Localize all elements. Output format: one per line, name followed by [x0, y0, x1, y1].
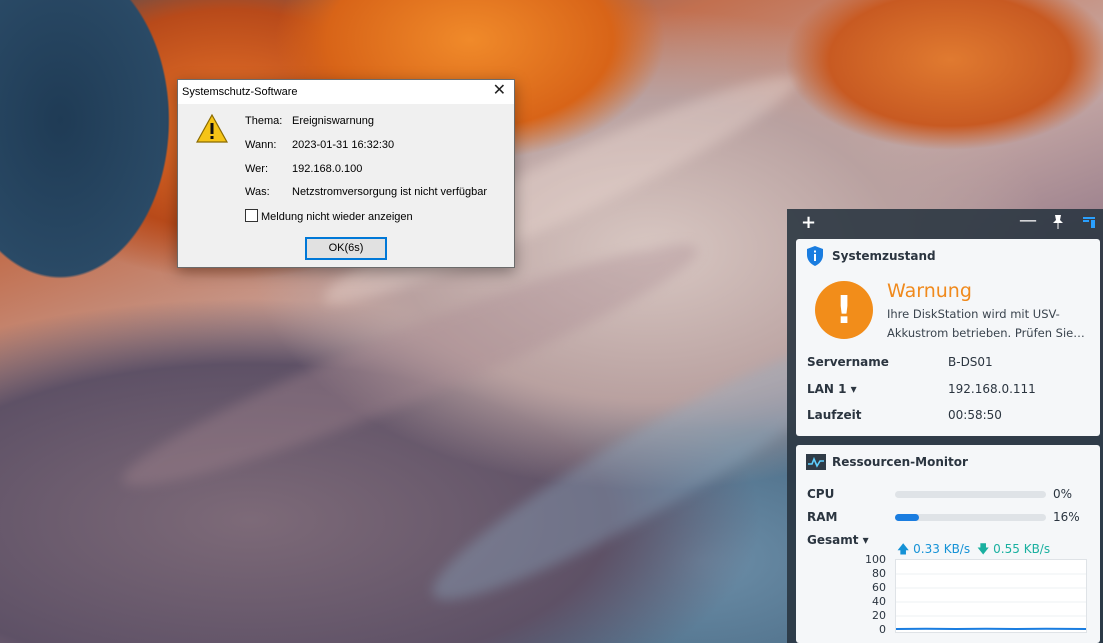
card-title: Ressourcen-Monitor — [832, 455, 968, 469]
row-value: Ereigniswarnung — [292, 115, 374, 127]
cpu-percent: 0% — [1053, 487, 1073, 501]
dialog-title: Systemschutz-Software — [182, 86, 298, 98]
minimize-icon[interactable]: — — [1019, 210, 1037, 231]
dont-show-again-checkbox[interactable]: Meldung nicht wieder anzeigen — [245, 209, 413, 223]
warning-icon — [196, 114, 228, 143]
y-tick: 100 — [865, 553, 886, 566]
card-title: Systemzustand — [832, 249, 936, 263]
row-value: 2023-01-31 16:32:30 — [292, 139, 395, 151]
total-dropdown[interactable]: Gesamt ▾ — [807, 533, 869, 547]
ram-bar-fill — [895, 514, 920, 521]
y-tick: 80 — [872, 567, 886, 580]
resource-monitor-card: Ressourcen-Monitor CPU 0% RAM 16% Gesamt… — [796, 445, 1100, 643]
row-key: Wann: — [245, 139, 277, 151]
y-tick: 0 — [879, 623, 886, 636]
upload-rate: 🡅 0.33 KB/s — [897, 540, 970, 561]
status-heading: Warnung — [887, 280, 972, 302]
network-chart — [895, 559, 1087, 633]
row-value: Netzstromversorgung ist nicht verfügbar — [292, 186, 488, 198]
upload-arrow-icon: 🡅 — [897, 542, 910, 556]
pin-icon[interactable] — [1052, 215, 1064, 232]
row-value: 192.168.0.100 — [292, 163, 363, 175]
widget-toolbar: + — — [787, 209, 1103, 237]
upload-value: 0.33 KB/s — [913, 542, 971, 556]
row-key: Thema: — [245, 115, 283, 127]
dialog-titlebar[interactable]: Systemschutz-Software ✕ — [178, 80, 514, 104]
y-tick: 40 — [872, 595, 886, 608]
system-status-card: Systemzustand ! Warnung Ihre DiskStation… — [796, 239, 1100, 436]
widget-panel: + — Systemzustand ! Warnung Ihre DiskSta… — [787, 209, 1103, 643]
lan-dropdown[interactable]: LAN 1 ▾ — [807, 382, 857, 396]
y-tick: 60 — [872, 581, 886, 594]
warning-exclamation-icon: ! — [815, 281, 873, 339]
close-icon[interactable]: ✕ — [493, 83, 506, 99]
cpu-label: CPU — [807, 487, 835, 501]
lan-ip-value: 192.168.0.111 — [948, 382, 1036, 396]
checkbox-label: Meldung nicht wieder anzeigen — [261, 211, 413, 223]
uptime-value: 00:58:50 — [948, 408, 1002, 422]
cpu-bar — [895, 491, 1046, 498]
checkbox-box[interactable] — [245, 209, 258, 222]
servername-value: B-DS01 — [948, 355, 993, 369]
row-key: Wer: — [245, 163, 269, 175]
warning-dialog: Systemschutz-Software ✕ Thema: Ereignisw… — [177, 79, 515, 268]
y-tick: 20 — [872, 609, 886, 622]
servername-label: Servername — [807, 355, 889, 369]
layout-icon[interactable] — [1083, 217, 1095, 228]
status-message: Ihre DiskStation wird mit USV-Akkustrom … — [887, 307, 1085, 340]
ram-bar — [895, 514, 1046, 521]
monitor-chart-icon — [806, 454, 826, 470]
download-arrow-icon: 🡇 — [977, 542, 990, 556]
ok-button[interactable]: OK(6s) — [305, 237, 387, 260]
info-shield-icon — [807, 246, 823, 266]
download-value: 0.55 KB/s — [993, 542, 1051, 556]
row-key: Was: — [245, 186, 270, 198]
download-rate: 🡇 0.55 KB/s — [977, 540, 1050, 561]
ram-percent: 16% — [1053, 510, 1080, 524]
uptime-label: Laufzeit — [807, 408, 862, 422]
add-widget-icon[interactable]: + — [801, 212, 816, 233]
ram-label: RAM — [807, 510, 838, 524]
